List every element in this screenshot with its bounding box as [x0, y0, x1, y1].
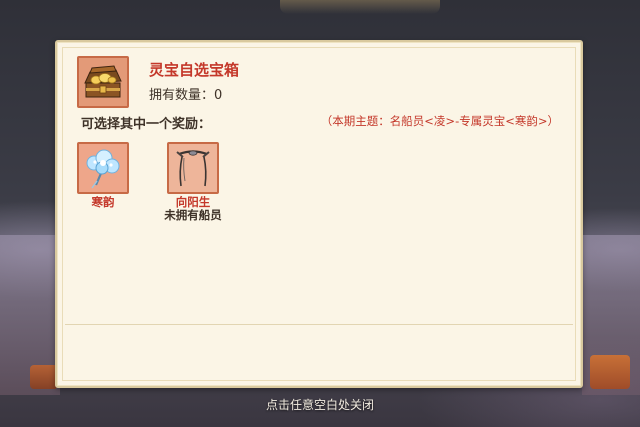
reward-icon-frame[interactable] [167, 142, 219, 194]
period-theme-text: （本期主题：名船员<凌>-专属灵宝<寒韵>） [320, 114, 559, 128]
item-icon-frame [77, 56, 129, 108]
tap-to-close-hint[interactable]: 点击任意空白处关闭 [0, 396, 640, 413]
background-lantern-right [590, 355, 630, 389]
item-title: 灵宝自选宝箱 [149, 61, 240, 79]
hair-band-icon [176, 150, 210, 187]
choose-reward-label: 可选择其中一个奖励： [81, 117, 212, 132]
owned-count-label: 拥有数量： [149, 88, 215, 103]
background-lantern-left [30, 365, 58, 389]
reward-option-hanyun[interactable]: 寒韵 [63, 142, 143, 209]
top-banner-glow [280, 0, 440, 14]
owned-count-value: 0 [214, 88, 223, 103]
reward-name: 寒韵 [91, 195, 115, 209]
reward-status: 未拥有船员 [164, 208, 222, 222]
panel-divider [65, 324, 573, 325]
reward-icon-frame[interactable] [77, 142, 129, 194]
reward-option-xiangyangsheng[interactable]: 向阳生 未拥有船员 [153, 142, 233, 222]
reward-selection-dialog: 灵宝自选宝箱 拥有数量：0 可选择其中一个奖励： （本期主题：名船员<凌>-专属… [55, 40, 583, 388]
owned-count: 拥有数量：0 [149, 84, 222, 103]
treasure-chest-icon [84, 65, 122, 98]
blue-flower-fan-icon [86, 149, 120, 189]
